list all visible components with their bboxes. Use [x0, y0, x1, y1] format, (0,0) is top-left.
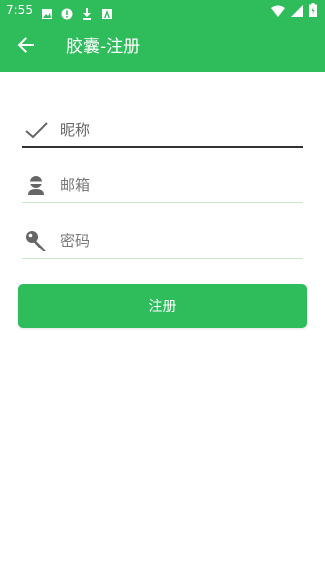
- download-icon: [81, 5, 93, 20]
- user-avatar-icon: [24, 173, 48, 197]
- email-field[interactable]: 邮箱: [22, 165, 303, 203]
- check-icon: [24, 118, 48, 142]
- password-field[interactable]: 密码: [22, 221, 303, 259]
- arrow-left-icon: [17, 36, 35, 58]
- register-screen: 7:55 胶囊-注册 昵称 邮箱 密码 注册: [0, 0, 325, 569]
- page-title: 胶囊-注册: [66, 37, 141, 57]
- nickname-placeholder: 昵称: [60, 121, 91, 139]
- register-button[interactable]: 注册: [18, 284, 307, 328]
- register-button-label: 注册: [148, 299, 177, 315]
- key-icon: [24, 229, 48, 253]
- status-time: 7:55: [6, 3, 33, 17]
- email-placeholder: 邮箱: [60, 176, 91, 194]
- password-underline: [22, 258, 303, 259]
- wifi-icon: [271, 2, 285, 21]
- toolbar: 胶囊-注册: [0, 22, 325, 72]
- status-bar: 7:55: [0, 0, 325, 22]
- nickname-field[interactable]: 昵称: [22, 110, 303, 148]
- signal-icon: [291, 2, 303, 21]
- status-icons-left: [41, 5, 113, 20]
- battery-icon: [309, 2, 317, 21]
- password-placeholder: 密码: [60, 232, 91, 250]
- email-underline: [22, 202, 303, 203]
- nickname-underline: [22, 146, 303, 148]
- alert-icon: [61, 5, 73, 20]
- status-icons-right: [271, 2, 317, 21]
- a-icon: [101, 5, 113, 19]
- image-icon: [41, 5, 53, 19]
- app-bar: 7:55 胶囊-注册: [0, 0, 325, 72]
- back-button[interactable]: [14, 35, 38, 59]
